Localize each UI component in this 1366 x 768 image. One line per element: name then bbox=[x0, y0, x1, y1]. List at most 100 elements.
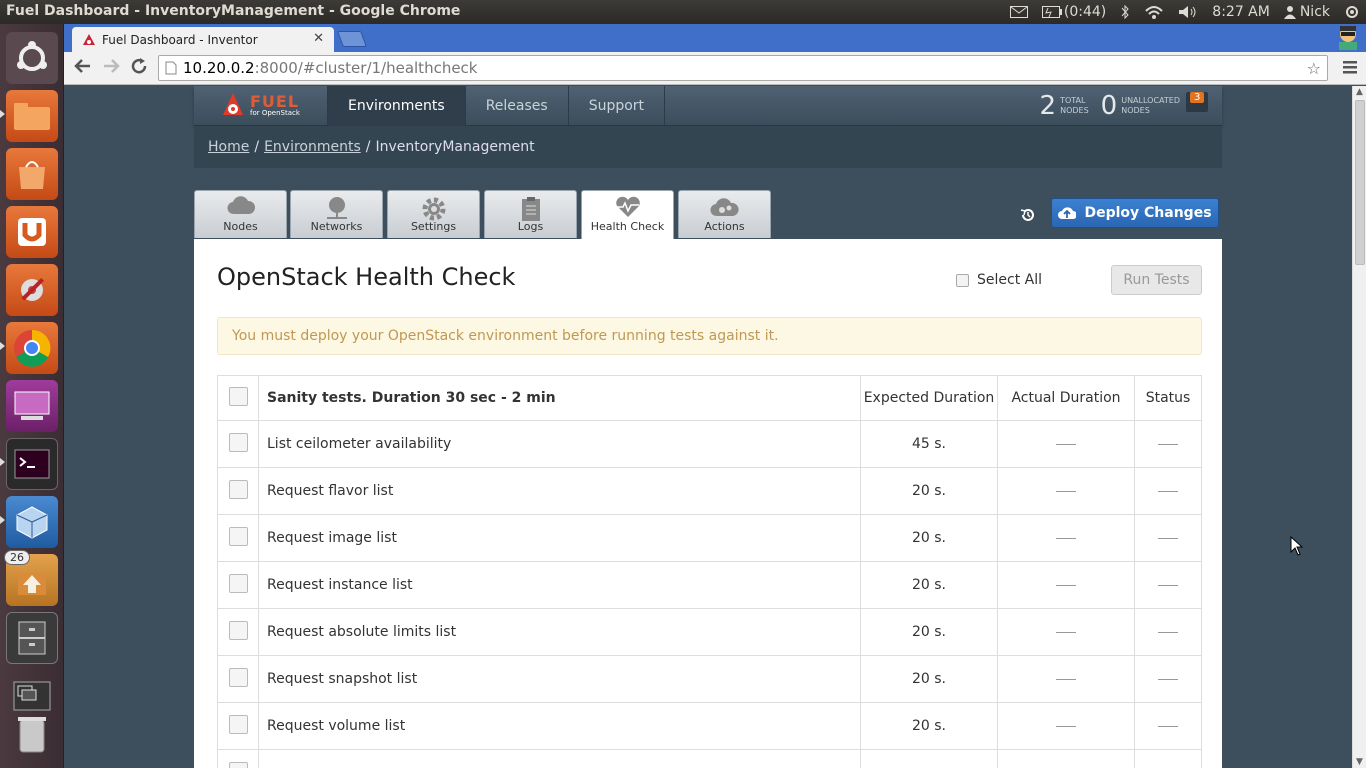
test-name: Request image list bbox=[258, 514, 861, 562]
breadcrumb-environments-link[interactable]: Environments bbox=[264, 139, 361, 155]
volume-icon[interactable] bbox=[1178, 5, 1198, 19]
unallocated-nodes-stat: 0 UNALLOCATED NODES bbox=[1101, 91, 1180, 121]
breadcrumb-separator: / bbox=[254, 139, 260, 155]
clock[interactable]: 8:27 AM bbox=[1212, 4, 1270, 20]
launcher-virtualbox-button[interactable] bbox=[6, 496, 58, 548]
launcher-files-button[interactable] bbox=[6, 90, 58, 142]
launcher-archive-button[interactable] bbox=[6, 612, 58, 664]
deploy-changes-button[interactable]: Deploy Changes bbox=[1051, 198, 1219, 228]
wifi-icon[interactable] bbox=[1144, 5, 1164, 19]
table-row: Request absolute limits list 20 s. bbox=[217, 608, 1202, 656]
test-checkbox[interactable] bbox=[228, 479, 248, 499]
tab-actions[interactable]: Actions bbox=[678, 190, 771, 238]
test-checkbox[interactable] bbox=[228, 667, 248, 687]
forward-arrow-icon[interactable] bbox=[102, 57, 120, 80]
window-title: Fuel Dashboard - InventoryManagement - G… bbox=[6, 3, 461, 19]
tab-close-icon[interactable]: ✕ bbox=[313, 31, 324, 46]
page-scrollbar[interactable]: ▲ ▼ bbox=[1352, 86, 1366, 768]
browser-toolbar: 10.20.0.2:8000/#cluster/1/healthcheck ☆ bbox=[64, 52, 1366, 85]
tab-logs[interactable]: Logs bbox=[484, 190, 577, 238]
unallocated-label: UNALLOCATED bbox=[1121, 96, 1180, 105]
select-all-control[interactable]: Select All bbox=[956, 272, 1042, 288]
chrome-menu-icon[interactable] bbox=[1342, 59, 1358, 79]
unallocated-nodes-count: 0 bbox=[1100, 91, 1118, 121]
test-name: Request absolute limits list bbox=[258, 608, 861, 656]
actual-duration-empty bbox=[1056, 584, 1076, 586]
run-tests-button[interactable]: Run Tests bbox=[1111, 265, 1202, 295]
trash-icon bbox=[18, 717, 46, 753]
virtualbox-icon bbox=[16, 506, 48, 539]
node-stats: 2 TOTAL NODES 0 UNALLOCATED NODES bbox=[1040, 86, 1180, 126]
nav-support[interactable]: Support bbox=[569, 86, 666, 126]
avatar-icon bbox=[1339, 26, 1357, 50]
table-row bbox=[217, 749, 1202, 768]
test-expected-duration: 20 s. bbox=[860, 514, 998, 562]
monitor-icon bbox=[14, 391, 50, 420]
test-name: Request snapshot list bbox=[258, 655, 861, 703]
launcher-software-center-button[interactable] bbox=[6, 148, 58, 200]
profile-avatar[interactable] bbox=[1336, 24, 1360, 50]
status-empty bbox=[1158, 631, 1178, 633]
total-nodes-stat: 2 TOTAL NODES bbox=[1040, 91, 1089, 121]
mail-icon[interactable] bbox=[1009, 6, 1028, 18]
tab-networks[interactable]: Networks bbox=[290, 190, 383, 238]
scroll-up-arrow-icon[interactable]: ▲ bbox=[1356, 87, 1363, 97]
browser-tab[interactable]: Fuel Dashboard - Inventor ✕ bbox=[72, 27, 334, 52]
bluetooth-icon[interactable] bbox=[1120, 4, 1130, 20]
launcher-chrome-button[interactable] bbox=[6, 322, 58, 374]
test-checkbox[interactable] bbox=[228, 620, 248, 640]
power-gear-icon[interactable] bbox=[1344, 4, 1360, 20]
test-expected-duration: 20 s. bbox=[860, 561, 998, 609]
breadcrumb-home-link[interactable]: Home bbox=[208, 139, 249, 155]
scrollbar-thumb[interactable] bbox=[1355, 100, 1365, 265]
launcher-system-settings-button[interactable] bbox=[6, 264, 58, 316]
nav-environments[interactable]: Environments bbox=[328, 86, 466, 126]
user-menu[interactable]: Nick bbox=[1283, 4, 1330, 20]
launcher-dash-button[interactable] bbox=[6, 32, 58, 84]
user-name: Nick bbox=[1299, 4, 1330, 20]
healthcheck-panel: OpenStack Health Check Select All Run Te… bbox=[194, 239, 1222, 768]
tab-nodes[interactable]: Nodes bbox=[194, 190, 287, 238]
test-name: Request flavor list bbox=[258, 467, 861, 515]
address-bar[interactable]: 10.20.0.2:8000/#cluster/1/healthcheck ☆ bbox=[158, 55, 1328, 81]
test-checkbox[interactable] bbox=[228, 526, 248, 546]
reload-icon[interactable] bbox=[130, 57, 148, 80]
ubuntu-logo-icon bbox=[17, 41, 47, 71]
fuel-logo[interactable]: FUEL for OpenStack bbox=[194, 86, 328, 126]
unallocated-nodes-label: NODES bbox=[1121, 106, 1150, 115]
test-checkbox[interactable] bbox=[228, 714, 248, 734]
launcher-remote-desktop-button[interactable] bbox=[6, 380, 58, 432]
test-expected-duration: 20 s. bbox=[860, 608, 998, 656]
terminal-icon bbox=[14, 449, 50, 479]
tests-table: Sanity tests. Duration 30 sec - 2 min Ex… bbox=[217, 375, 1202, 768]
test-checkbox[interactable] bbox=[228, 432, 248, 452]
url-path: :8000/#cluster/1/healthcheck bbox=[254, 59, 478, 77]
nav-releases[interactable]: Releases bbox=[466, 86, 569, 126]
history-icon[interactable] bbox=[1020, 207, 1036, 227]
launcher-terminal-button[interactable] bbox=[6, 438, 58, 490]
folder-icon bbox=[14, 103, 50, 130]
scroll-down-arrow-icon[interactable]: ▼ bbox=[1356, 757, 1363, 767]
actual-duration-empty bbox=[1056, 678, 1076, 680]
launcher-trash-button[interactable] bbox=[6, 708, 58, 760]
launcher-update-manager-button[interactable]: 26 bbox=[4, 550, 58, 606]
back-arrow-icon[interactable] bbox=[74, 57, 92, 80]
tab-health-check[interactable]: Health Check bbox=[581, 190, 674, 240]
unity-launcher: 26 bbox=[0, 24, 64, 768]
tab-settings[interactable]: Settings bbox=[387, 190, 480, 238]
test-checkbox[interactable] bbox=[228, 761, 248, 768]
test-checkbox[interactable] bbox=[228, 573, 248, 593]
battery-indicator[interactable]: (0:44) bbox=[1041, 4, 1106, 20]
bookmark-star-icon[interactable]: ☆ bbox=[1307, 59, 1321, 78]
select-all-checkbox[interactable] bbox=[956, 273, 969, 287]
cloud-icon bbox=[226, 196, 255, 215]
new-tab-button[interactable] bbox=[337, 31, 367, 47]
test-name: List ceilometer availability bbox=[258, 420, 861, 468]
notifications-button[interactable]: 3 bbox=[1186, 92, 1208, 112]
group-select-checkbox[interactable] bbox=[228, 386, 248, 406]
clipboard-icon bbox=[521, 197, 540, 221]
launcher-ubuntu-one-button[interactable] bbox=[6, 206, 58, 258]
battery-icon bbox=[1041, 6, 1062, 18]
fuel-navbar: FUEL for OpenStack Environments Releases… bbox=[194, 86, 1222, 126]
status-empty bbox=[1158, 725, 1178, 727]
